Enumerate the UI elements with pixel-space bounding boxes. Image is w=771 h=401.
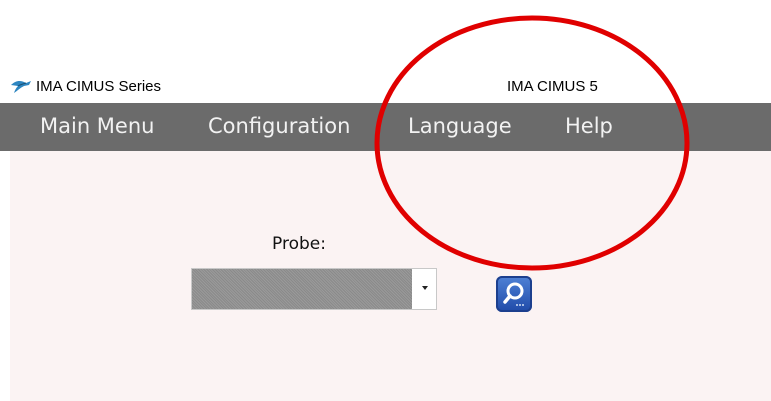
search-probe-button[interactable]: [496, 276, 532, 312]
magnifier-icon: [503, 282, 524, 306]
menu-item-help[interactable]: Help: [565, 114, 613, 138]
window-title: IMA CIMUS 5: [507, 78, 598, 95]
probe-select[interactable]: [191, 268, 437, 310]
app-name: IMA CIMUS Series: [36, 78, 162, 95]
probe-label: Probe:: [272, 234, 326, 254]
app-window: IMA CIMUS Series IMA CIMUS 5 Main Menu C…: [0, 0, 771, 401]
title-bar: IMA CIMUS Series IMA CIMUS 5: [0, 70, 771, 102]
menu-item-configuration[interactable]: Configuration: [208, 114, 350, 138]
menu-item-main-menu[interactable]: Main Menu: [40, 114, 154, 138]
probe-selected-value: [192, 269, 412, 309]
main-content: Probe:: [10, 151, 771, 401]
menu-item-language[interactable]: Language: [408, 114, 512, 138]
menu-bar: Main Menu Configuration Language Help: [0, 103, 771, 151]
bird-logo-icon: [11, 80, 31, 93]
dropdown-arrow-icon: [422, 286, 428, 290]
